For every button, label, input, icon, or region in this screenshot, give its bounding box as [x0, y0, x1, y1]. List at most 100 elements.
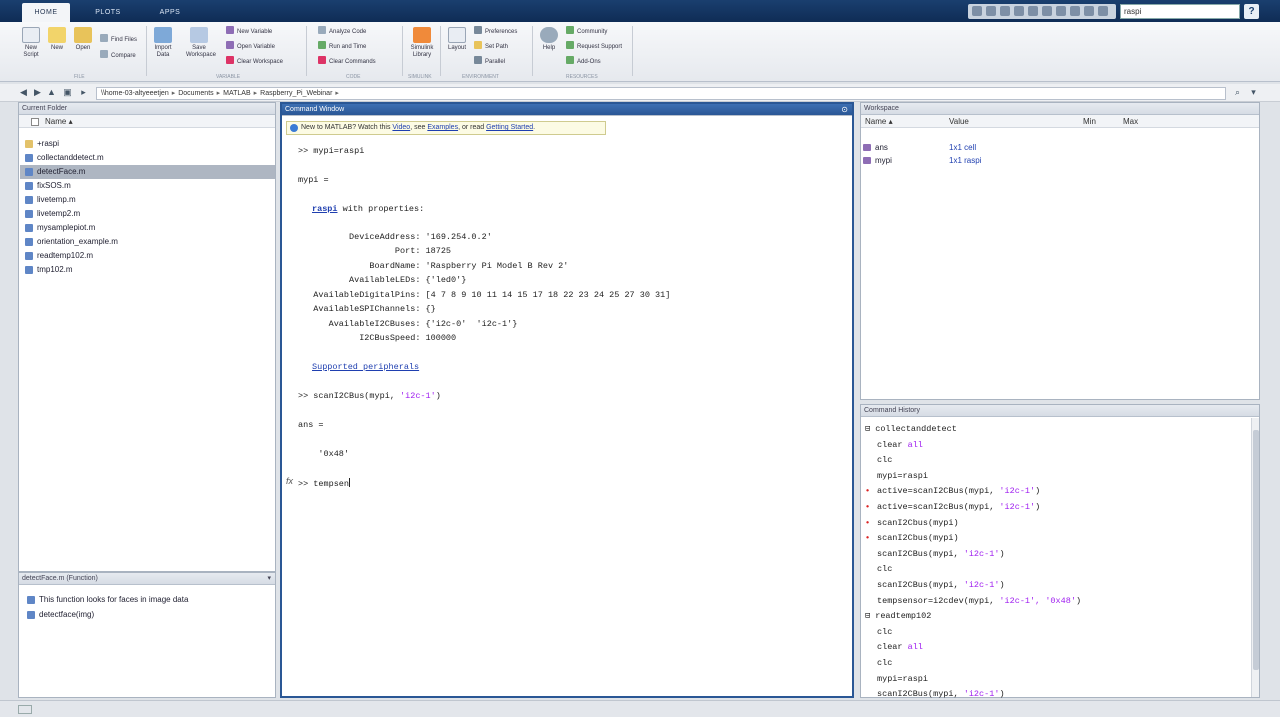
- history-entry[interactable]: clc: [877, 625, 892, 641]
- chevron-down-icon[interactable]: ▾: [1248, 87, 1259, 98]
- save-icon[interactable]: [972, 6, 982, 16]
- history-entry[interactable]: scanI2CBus(mypi, 'i2c-1'): [877, 547, 1005, 563]
- history-entry[interactable]: • scanI2Cbus(mypi): [865, 516, 959, 532]
- window-actions-icon[interactable]: ⊙: [841, 105, 848, 114]
- list-item[interactable]: tmp102.m: [23, 263, 73, 277]
- tab-apps[interactable]: APPS: [146, 3, 194, 22]
- save-workspace-button[interactable]: Save Workspace: [186, 27, 216, 59]
- help-button[interactable]: ?: [1244, 4, 1259, 19]
- history-entry[interactable]: clc: [877, 562, 892, 578]
- breadcrumb-item[interactable]: Raspberry_Pi_Webinar: [260, 90, 332, 97]
- help-icon[interactable]: [1070, 6, 1080, 16]
- list-item[interactable]: collectanddetect.m: [23, 151, 104, 165]
- switch-windows-icon[interactable]: [1056, 6, 1066, 16]
- collapse-icon[interactable]: ⊟: [865, 424, 875, 434]
- table-row[interactable]: ans 1x1 cell: [861, 141, 1259, 154]
- add-ons-button[interactable]: Add-Ons: [566, 56, 601, 68]
- breadcrumb-item[interactable]: \\home-03-altyeeetjen: [101, 90, 169, 97]
- history-group-header[interactable]: ⊟ collectanddetect: [865, 422, 957, 438]
- value-column-header[interactable]: Value: [949, 115, 969, 128]
- chevron-down-icon[interactable]: ▾: [267, 573, 271, 585]
- analyze-code-button[interactable]: Analyze Code: [318, 26, 366, 38]
- tab-home[interactable]: HOME: [22, 3, 70, 22]
- history-group-header[interactable]: ⊟ readtemp102: [865, 609, 931, 625]
- new-button[interactable]: New: [44, 27, 70, 52]
- history-entry[interactable]: clc: [877, 656, 892, 672]
- video-link[interactable]: Video: [392, 124, 410, 131]
- getting-started-link[interactable]: Getting Started: [486, 124, 533, 131]
- paste-icon[interactable]: [1014, 6, 1024, 16]
- scrollbar-thumb[interactable]: [1253, 430, 1259, 670]
- import-data-button[interactable]: Import Data: [150, 27, 176, 59]
- open-button[interactable]: Open: [70, 27, 96, 52]
- details-title[interactable]: detectFace.m (Function) ▾: [19, 573, 275, 585]
- parallel-button[interactable]: Parallel: [474, 56, 505, 68]
- history-entry[interactable]: mypi=raspi: [877, 469, 928, 485]
- breadcrumb-item[interactable]: MATLAB: [223, 90, 251, 97]
- collapse-icon[interactable]: ⊟: [865, 611, 875, 621]
- compare-button[interactable]: Compare: [100, 50, 136, 62]
- name-column-header[interactable]: Name ▴: [865, 115, 893, 128]
- customize-icon[interactable]: [1084, 6, 1094, 16]
- list-item[interactable]: livetemp.m: [23, 193, 76, 207]
- layout-button[interactable]: Layout: [444, 27, 470, 52]
- simulink-library-button[interactable]: Simulink Library: [408, 27, 436, 59]
- breadcrumb-item[interactable]: Documents: [178, 90, 213, 97]
- help-ribbon-button[interactable]: Help: [536, 27, 562, 52]
- open-variable-button[interactable]: Open Variable: [226, 41, 275, 53]
- history-entry[interactable]: clear all: [877, 438, 923, 454]
- run-and-time-button[interactable]: Run and Time: [318, 41, 366, 53]
- clear-workspace-button[interactable]: Clear Workspace: [226, 56, 283, 68]
- up-folder-icon[interactable]: ▲: [46, 87, 57, 98]
- command-prompt-input[interactable]: >> tempsen: [298, 478, 351, 489]
- search-folder-icon[interactable]: ⌕: [1232, 87, 1243, 98]
- supported-peripherals-link[interactable]: Supported peripherals: [312, 362, 419, 372]
- breadcrumb[interactable]: \\home-03-altyeeetjen ▸ Documents ▸ MATLAB ▸ R…: [96, 87, 1226, 100]
- analyze-code-icon: [318, 26, 326, 34]
- max-column-header[interactable]: Max: [1123, 115, 1138, 128]
- undo-icon[interactable]: [1028, 6, 1038, 16]
- history-entry[interactable]: scanI2CBus(mypi, 'i2c-1'): [877, 578, 1005, 594]
- set-path-button[interactable]: Set Path: [474, 41, 508, 53]
- list-item[interactable]: fixSOS.m: [23, 179, 71, 193]
- redo-icon[interactable]: [1042, 6, 1052, 16]
- find-files-button[interactable]: Find Files: [100, 34, 137, 46]
- function-browser-icon[interactable]: fx: [286, 476, 293, 486]
- command-window[interactable]: Command Window ⊙ New to MATLAB? Watch th…: [280, 102, 854, 698]
- forward-icon[interactable]: ▶: [32, 87, 43, 98]
- browse-folder-icon[interactable]: ▣: [62, 87, 73, 98]
- list-item[interactable]: orientation_example.m: [23, 235, 118, 249]
- raspi-class-link[interactable]: raspi: [312, 204, 338, 214]
- back-icon[interactable]: ◀: [18, 87, 29, 98]
- new-script-button[interactable]: New Script: [18, 27, 44, 59]
- name-column-header[interactable]: Name ▴: [19, 115, 275, 128]
- list-item-selected[interactable]: detectFace.m: [20, 165, 275, 179]
- dropdown-icon[interactable]: [1098, 6, 1108, 16]
- list-item[interactable]: readtemp102.m: [23, 249, 93, 263]
- root-icon[interactable]: ▸: [78, 87, 89, 98]
- history-entry[interactable]: • scanI2Cbus(mypi): [865, 531, 959, 547]
- copy-icon[interactable]: [1000, 6, 1010, 16]
- request-support-button[interactable]: Request Support: [566, 41, 622, 53]
- preferences-button[interactable]: Preferences: [474, 26, 517, 38]
- clear-commands-button[interactable]: Clear Commands: [318, 56, 376, 68]
- list-item[interactable]: livetemp2.m: [23, 207, 80, 221]
- search-documentation-input[interactable]: raspi: [1120, 4, 1240, 19]
- community-button[interactable]: Community: [566, 26, 607, 38]
- min-column-header[interactable]: Min: [1083, 115, 1096, 128]
- history-scrollbar[interactable]: [1251, 418, 1259, 697]
- examples-link[interactable]: Examples: [427, 124, 458, 131]
- history-entry[interactable]: clear all: [877, 640, 923, 656]
- tab-plots[interactable]: PLOTS: [84, 3, 132, 22]
- new-variable-button[interactable]: New Variable: [226, 26, 272, 38]
- cut-icon[interactable]: [986, 6, 996, 16]
- table-row[interactable]: mypi 1x1 raspi: [861, 154, 1259, 167]
- history-entry[interactable]: clc: [877, 453, 892, 469]
- select-all-checkbox[interactable]: [31, 118, 39, 126]
- history-entry[interactable]: • active=scanI2CBus(mypi, 'i2c-1'): [865, 484, 1040, 500]
- history-entry[interactable]: mypi=raspi: [877, 672, 928, 688]
- list-item[interactable]: +raspi: [23, 137, 59, 151]
- list-item[interactable]: mysamplepiot.m: [23, 221, 95, 235]
- history-entry[interactable]: tempsensor=i2cdev(mypi, 'i2c-1', '0x48'): [877, 594, 1081, 610]
- history-entry[interactable]: • active=scanI2cBus(mypi, 'i2c-1'): [865, 500, 1040, 516]
